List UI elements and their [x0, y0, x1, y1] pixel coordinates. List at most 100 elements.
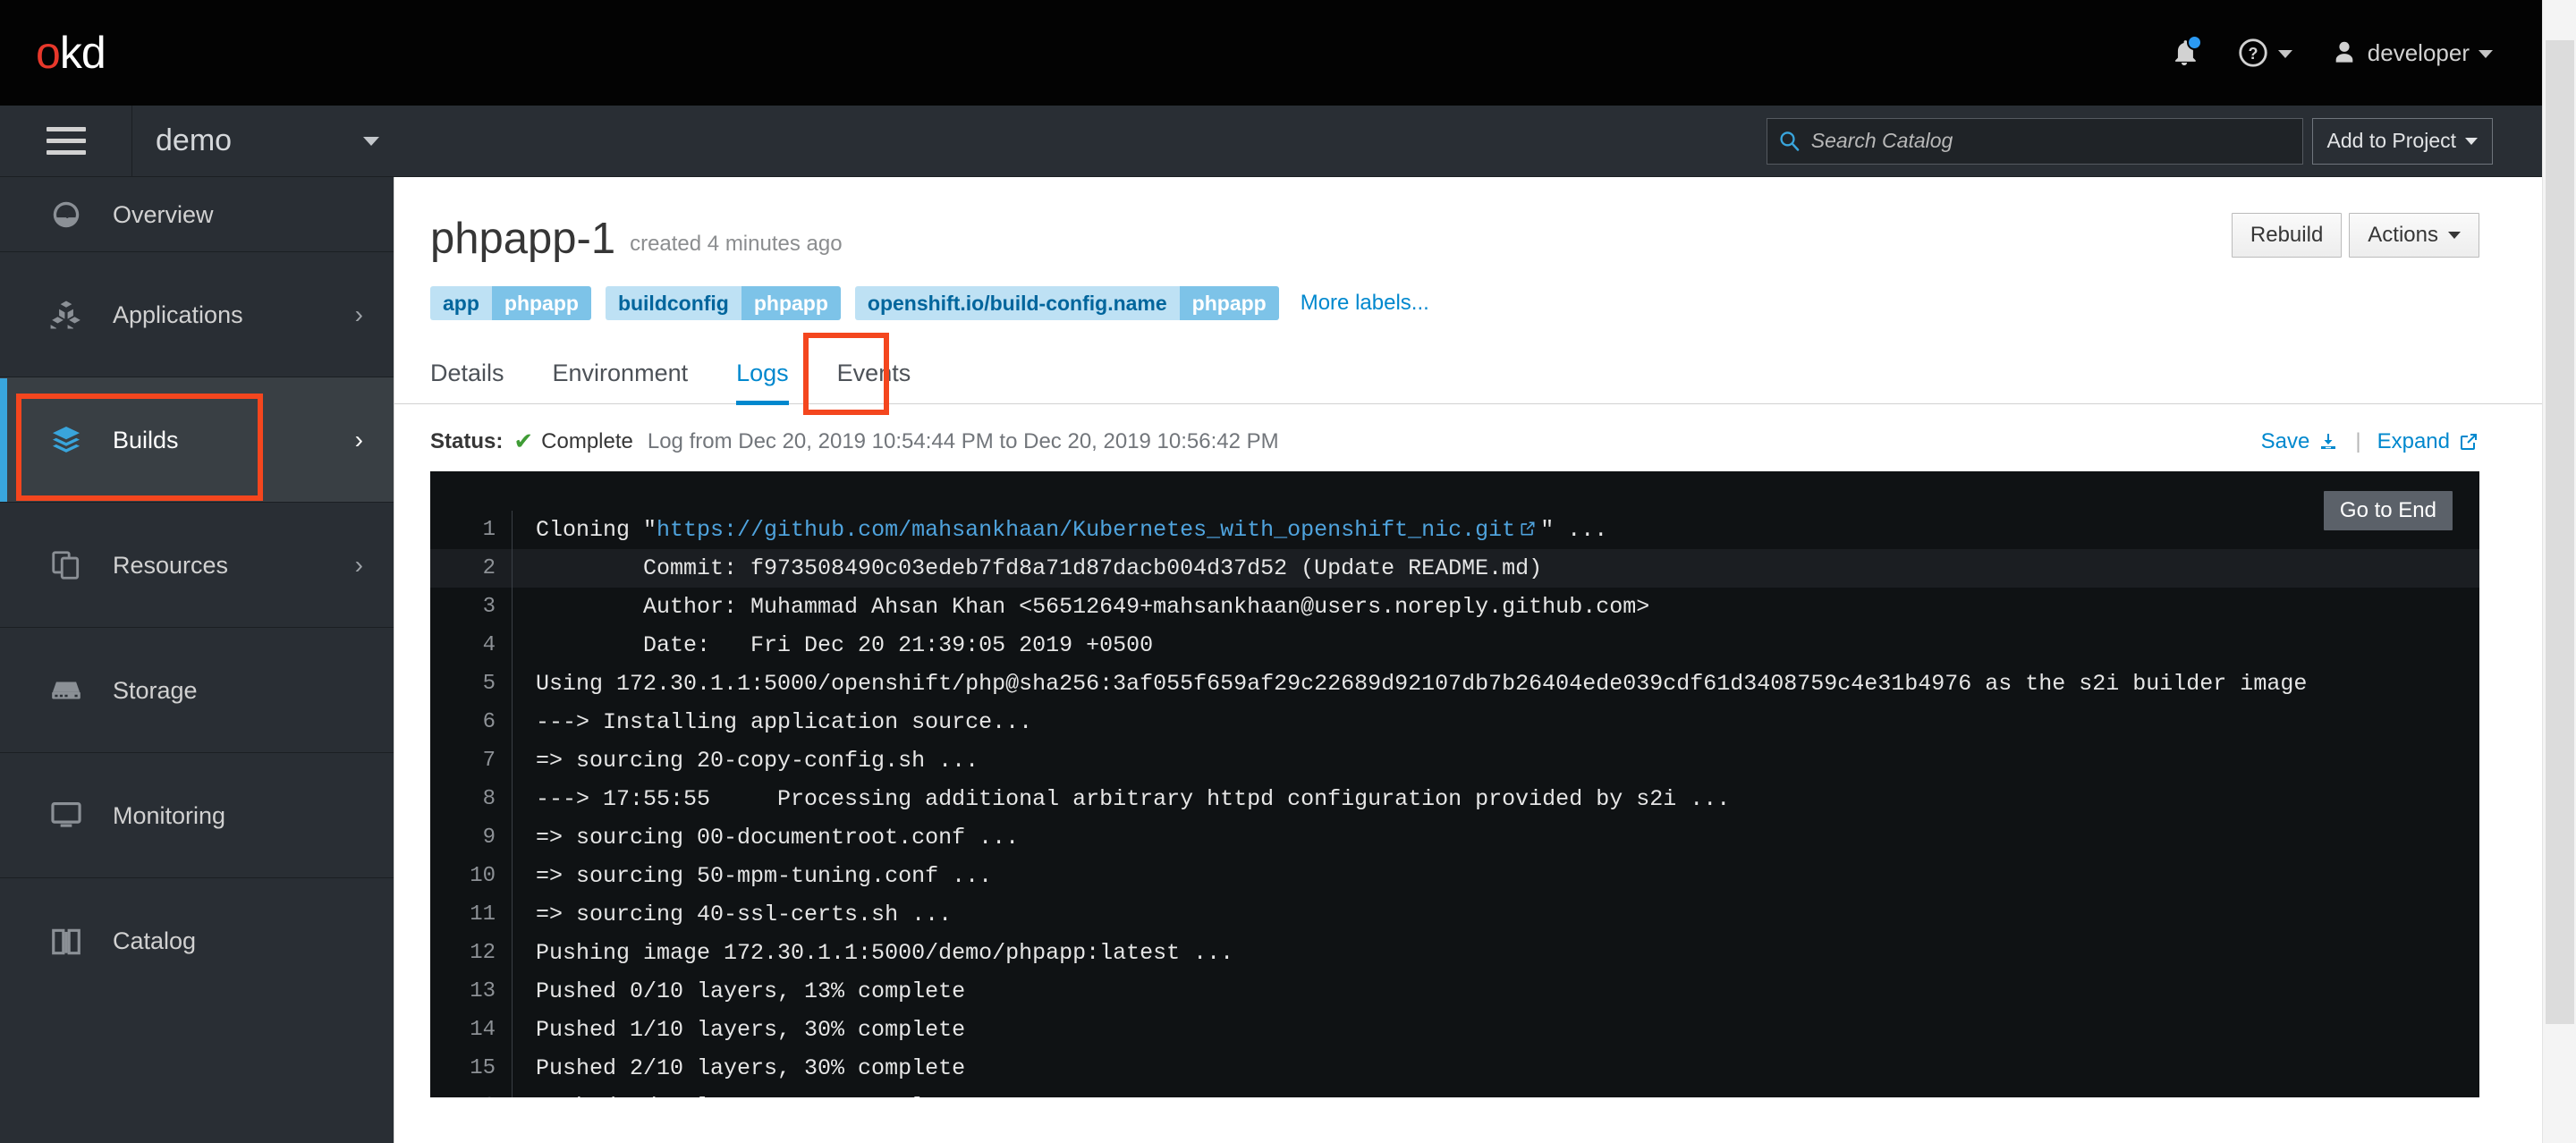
log-line-text: => sourcing 40-ssl-certs.sh ... [536, 902, 953, 927]
expand-log-link[interactable]: Expand [2377, 429, 2479, 454]
logo-letters-kd: kd [59, 28, 106, 78]
hamburger-icon[interactable] [0, 105, 132, 177]
log-actions-separator: | [2355, 428, 2361, 453]
log-line: 6 ---> Installing application source... [430, 703, 2479, 741]
log-line-number: 16 [430, 1088, 513, 1097]
log-line-number: 10 [430, 857, 513, 895]
log-repo-link[interactable]: https://github.com/mahsankhaan/Kubernete… [657, 517, 1515, 543]
add-to-project-label: Add to Project [2326, 129, 2456, 152]
log-line-text: => sourcing 50-mpm-tuning.conf ... [536, 863, 993, 889]
monitor-icon [47, 798, 86, 834]
bell-icon-wrap [2169, 35, 2202, 69]
rebuild-button[interactable]: Rebuild [2231, 213, 2343, 258]
username-label: developer [2367, 38, 2470, 66]
external-link-icon [1521, 521, 1535, 536]
log-line: 2 Commit: f973508490c03edeb7fd8a71d87dac… [430, 549, 2479, 588]
log-line-text: Pushed 2/10 layers, 30% complete [536, 1055, 966, 1081]
chevron-right-icon: › [354, 551, 363, 579]
status-value: Complete [541, 428, 633, 453]
sidebar-item-applications[interactable]: Applications › [0, 252, 394, 377]
project-selector[interactable]: demo [132, 106, 401, 177]
log-line-text: => sourcing 00-documentroot.conf ... [536, 825, 1020, 851]
notification-badge [2186, 35, 2202, 50]
chevron-down-icon [2479, 50, 2493, 58]
log-line-text: Pushed 0/10 layers, 13% complete [536, 978, 966, 1004]
page-scrollbar[interactable] [2542, 0, 2576, 1143]
label-pill[interactable]: app phpapp [430, 286, 591, 320]
log-line: 4 Date: Fri Dec 20 21:39:05 2019 +0500 [430, 626, 2479, 665]
labels-row: app phpapp buildconfig phpapp openshift.… [430, 286, 2479, 320]
hamburger-bar [46, 139, 86, 143]
sidebar-item-catalog[interactable]: Catalog [0, 878, 394, 1003]
app-viewport: okd ? developer demo Search Catalog Add … [0, 0, 2542, 1143]
label-pill[interactable]: buildconfig phpapp [605, 286, 841, 320]
hamburger-bar [46, 127, 86, 131]
main-content: phpapp-1 created 4 minutes ago Rebuild A… [394, 177, 2542, 1143]
label-value: phpapp [1179, 286, 1279, 320]
log-line: 3 Author: Muhammad Ahsan Khan <56512649+… [430, 588, 2479, 626]
log-line-text: Date: Fri Dec 20 21:39:05 2019 +0500 [536, 632, 1154, 658]
label-key: app [430, 286, 492, 320]
log-line-text: Pushed 1/10 layers, 30% complete [536, 1017, 966, 1043]
log-line: 8 ---> 17:55:55 Processing additional ar… [430, 780, 2479, 818]
sidebar-item-label: Catalog [113, 927, 197, 954]
log-line: 14 Pushed 1/10 layers, 30% complete [430, 1011, 2479, 1049]
rebuild-label: Rebuild [2250, 223, 2324, 247]
go-to-end-button[interactable]: Go to End [2323, 491, 2453, 530]
log-line-number: 2 [430, 549, 513, 588]
catalog-search[interactable] [1766, 117, 2303, 165]
log-line-suffix: " ... [1540, 517, 1608, 543]
more-labels-link[interactable]: More labels... [1301, 291, 1429, 316]
search-icon [1779, 131, 1799, 151]
save-label: Save [2260, 428, 2310, 453]
sidebar-item-overview[interactable]: Overview [0, 177, 394, 252]
scrollbar-thumb[interactable] [2546, 40, 2574, 1024]
log-line-number: 5 [430, 665, 513, 703]
log-line-number: 6 [430, 703, 513, 741]
sidebar-item-label: Overview [113, 200, 214, 228]
help-menu[interactable]: ? [2237, 37, 2292, 69]
save-log-link[interactable]: Save [2261, 429, 2340, 454]
notifications-button[interactable] [2169, 35, 2202, 69]
log-line-text: => sourcing 20-copy-config.sh ... [536, 748, 979, 774]
tab-logs[interactable]: Logs [736, 349, 789, 405]
logo-letter-o: o [36, 28, 61, 78]
log-line-text: Author: Muhammad Ahsan Khan <56512649+ma… [536, 594, 1650, 620]
sidebar-item-label: Storage [113, 676, 198, 704]
sidebar-item-builds[interactable]: Builds › [0, 377, 394, 503]
svg-text:?: ? [2248, 45, 2258, 63]
log-line-number: 12 [430, 934, 513, 972]
log-line: 1 Cloning "https://github.com/mahsankhaa… [430, 511, 2479, 549]
log-line: 5 Using 172.30.1.1:5000/openshift/php@sh… [430, 665, 2479, 703]
actions-button[interactable]: Actions [2349, 213, 2479, 258]
search-input[interactable] [1810, 129, 2292, 153]
sidebar-item-label: Monitoring [113, 801, 226, 829]
sidebar-item-resources[interactable]: Resources › [0, 503, 394, 628]
hamburger-bar [46, 150, 86, 155]
log-top-padding [430, 471, 2479, 511]
build-log-pane[interactable]: Go to End 1 Cloning "https://github.com/… [430, 471, 2479, 1097]
sidebar-item-label: Resources [113, 551, 229, 579]
user-menu[interactable]: developer [2330, 38, 2493, 68]
book-icon [47, 924, 86, 960]
tab-environment[interactable]: Environment [553, 349, 689, 403]
tab-details[interactable]: Details [430, 349, 504, 403]
log-line-text: Cloning "https://github.com/mahsankhaan/… [513, 517, 1607, 543]
files-icon [47, 547, 86, 583]
log-line: 10 => sourcing 50-mpm-tuning.conf ... [430, 857, 2479, 895]
log-line-number: 15 [430, 1049, 513, 1088]
add-to-project-button[interactable]: Add to Project [2311, 117, 2493, 165]
log-line-number: 9 [430, 818, 513, 857]
tab-events[interactable]: Events [837, 349, 911, 403]
project-name-label: demo [156, 123, 233, 157]
sidebar-item-storage[interactable]: Storage [0, 628, 394, 753]
tab-bar: Details Environment Logs Events [394, 349, 2542, 405]
log-line-text: ---> Installing application source... [536, 709, 1033, 735]
user-avatar-icon [2335, 41, 2353, 63]
label-pill[interactable]: openshift.io/build-config.name phpapp [854, 286, 1279, 320]
dashboard-icon [47, 197, 86, 233]
sidebar-item-monitoring[interactable]: Monitoring [0, 753, 394, 878]
okd-logo[interactable]: okd [36, 30, 106, 75]
layers-icon [47, 422, 86, 458]
log-line-number: 11 [430, 895, 513, 934]
